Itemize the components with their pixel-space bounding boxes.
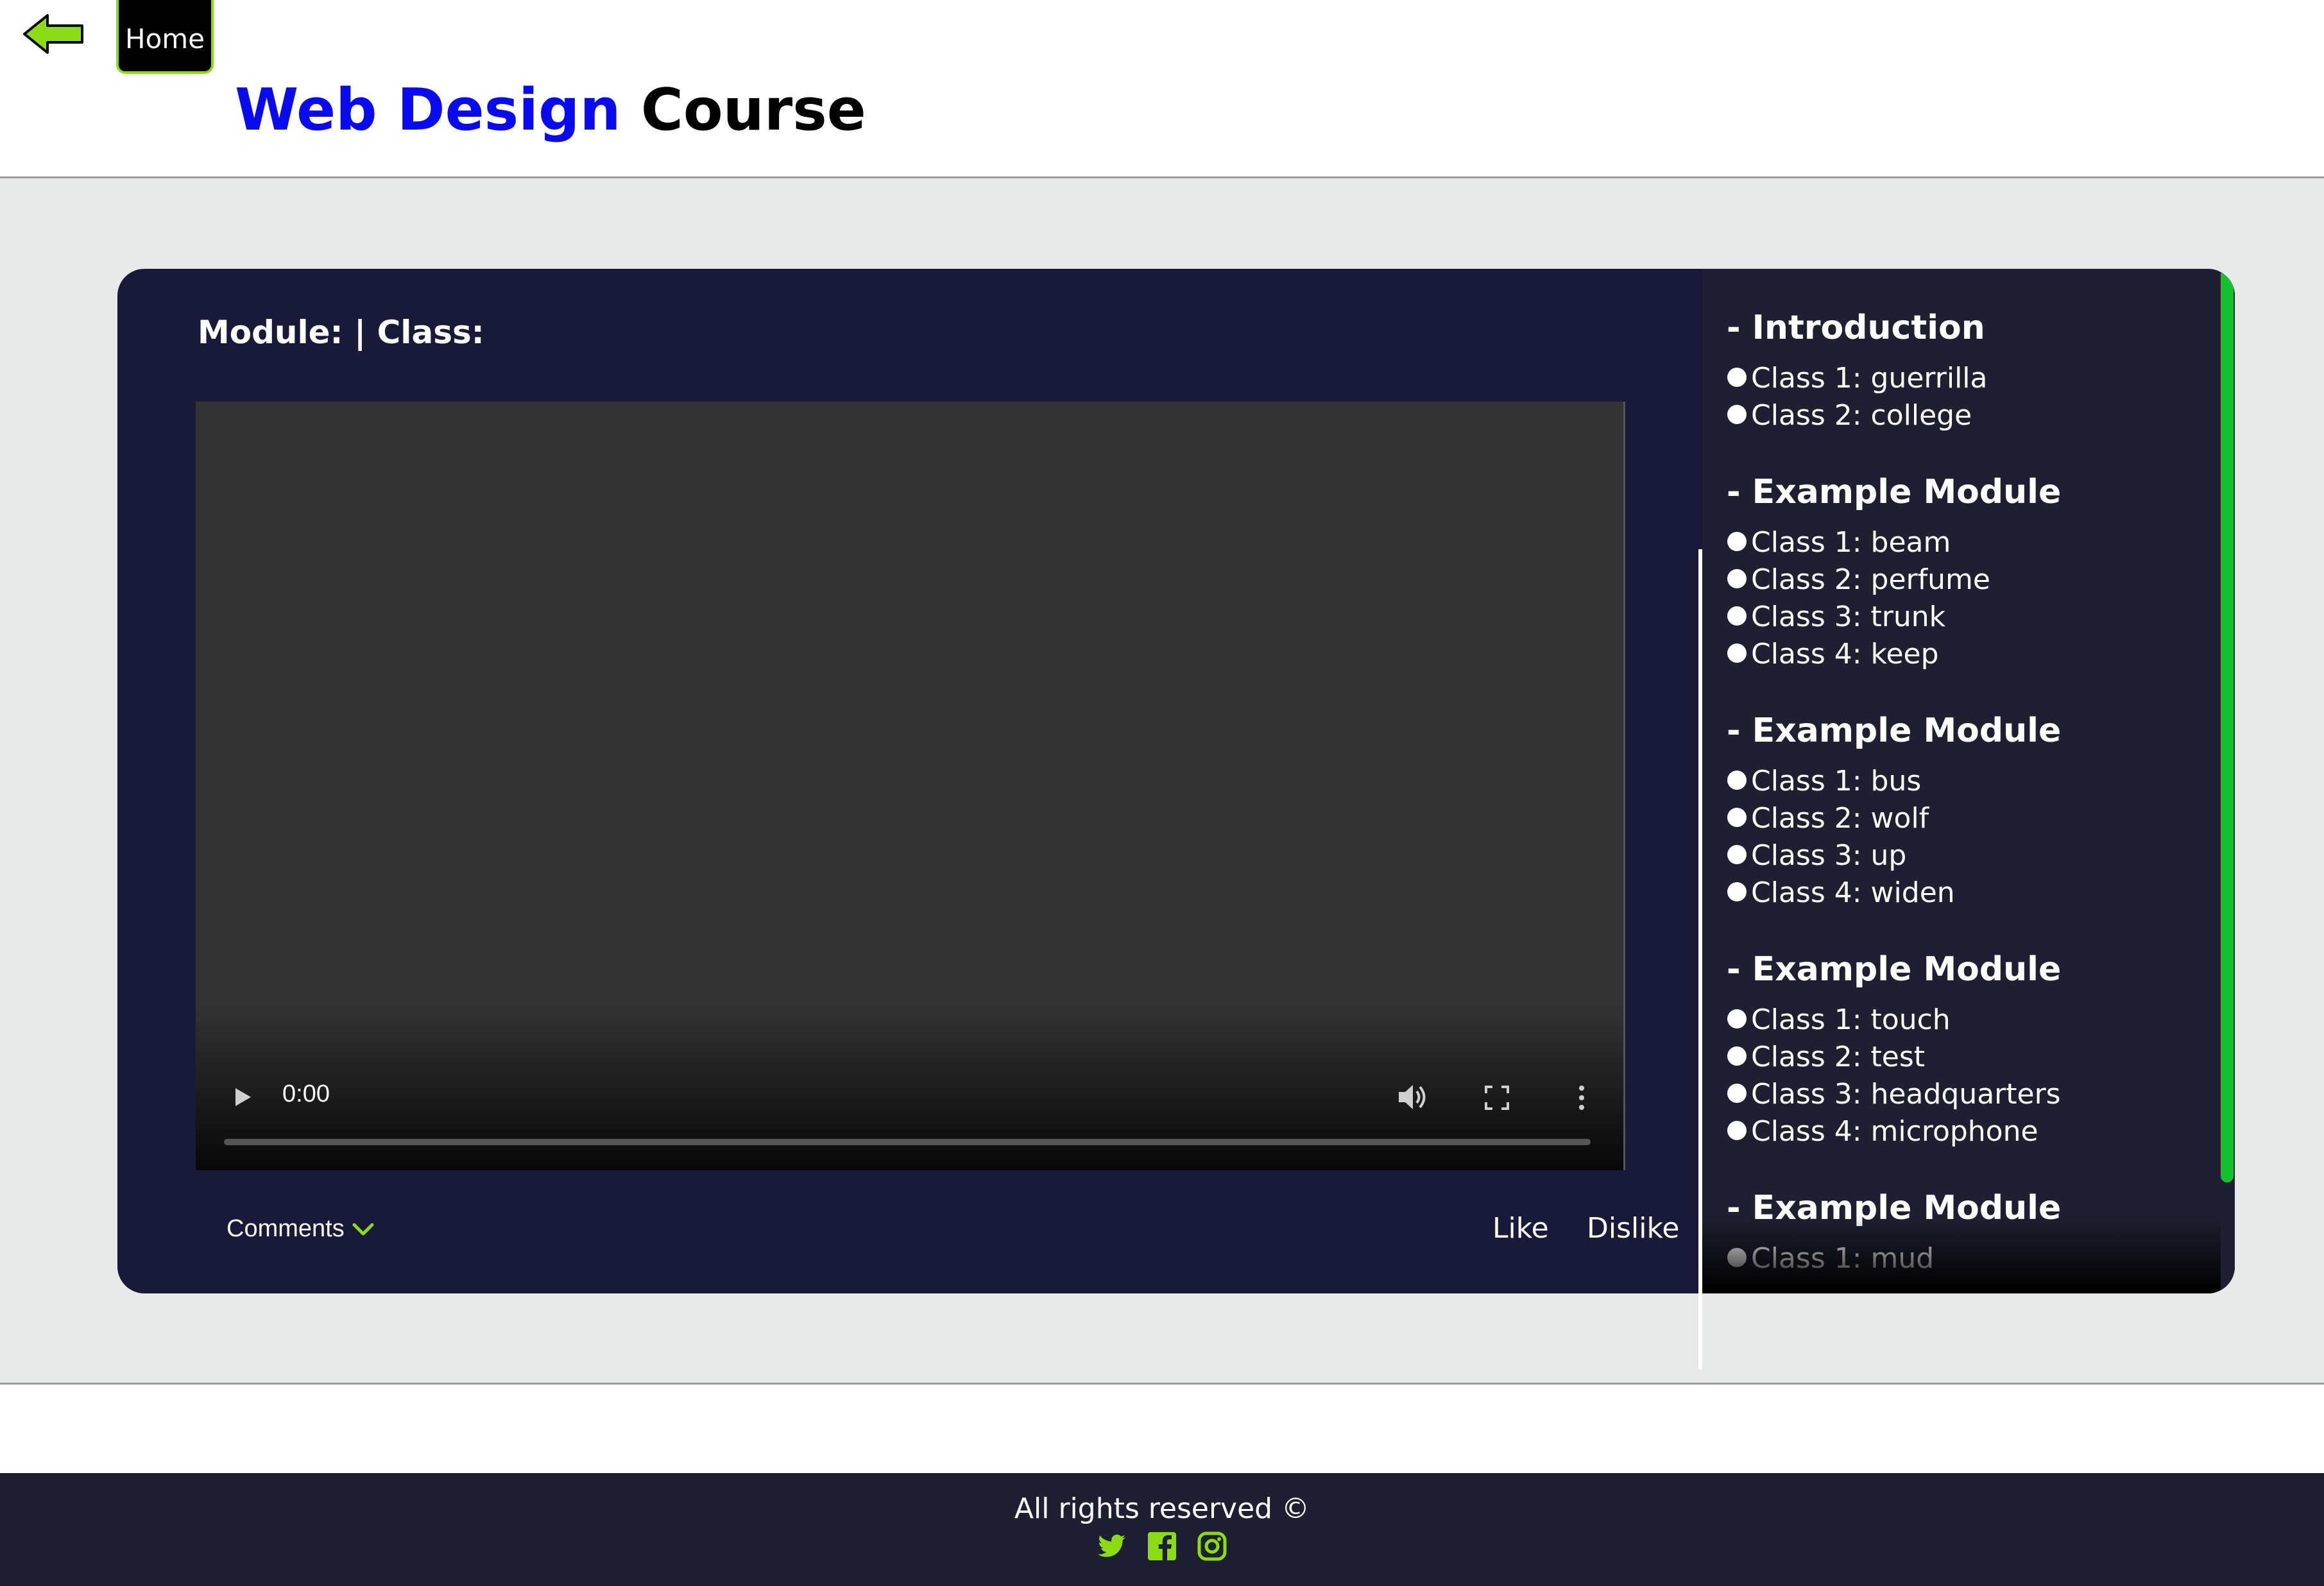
class-item[interactable]: Class 3: trunk: [1727, 599, 2061, 636]
class-item[interactable]: Class 1: bus: [1727, 763, 2061, 800]
like-button[interactable]: Like: [1492, 1212, 1549, 1245]
class-radio[interactable]: [1727, 808, 1747, 827]
module-title[interactable]: - Example Module: [1727, 950, 2061, 989]
back-arrow-icon[interactable]: [22, 12, 86, 56]
class-item[interactable]: Class 4: keep: [1727, 636, 2061, 673]
class-item[interactable]: Class 1: beam: [1727, 524, 2061, 561]
module-section: - Introduction Class 1: guerrilla Class …: [1727, 309, 1987, 434]
class-label: Class 2: wolf: [1751, 802, 1929, 835]
social-links: [0, 1530, 2324, 1562]
module-section: - Example Module Class 1: beam Class 2: …: [1727, 473, 2061, 673]
video-progress-bar[interactable]: [224, 1139, 1591, 1145]
class-radio[interactable]: [1727, 1084, 1747, 1103]
chevron-down-icon: [352, 1223, 374, 1235]
class-radio[interactable]: [1727, 532, 1747, 551]
page-title-rest: Course: [640, 76, 866, 144]
module-class-heading: Module: | Class:: [198, 314, 484, 351]
instagram-icon[interactable]: [1196, 1530, 1228, 1562]
more-options-icon[interactable]: [1572, 1082, 1591, 1114]
class-item[interactable]: Class 2: wolf: [1727, 800, 2061, 837]
class-radio[interactable]: [1727, 1009, 1747, 1028]
main-area: Module: | Class: 0:00 Comments Like Disl…: [0, 178, 2324, 1385]
class-label: Class 2: college: [1751, 399, 1972, 432]
class-item[interactable]: Class 2: test: [1727, 1039, 2061, 1076]
sidebar-left-scroll-indicator: [1698, 549, 1702, 1369]
module-section: - Example Module Class 1: mud: [1727, 1189, 2061, 1277]
class-label: Class 2: test: [1751, 1041, 1926, 1073]
module-sidebar[interactable]: - Introduction Class 1: guerrilla Class …: [1702, 269, 2235, 1293]
site-header: Home Web Design Course: [0, 0, 2324, 178]
video-controls: 0:00: [196, 1068, 1623, 1170]
class-radio[interactable]: [1727, 1121, 1747, 1140]
class-item[interactable]: Class 3: headquarters: [1727, 1076, 2061, 1113]
class-label: Class 3: trunk: [1751, 601, 1946, 633]
module-title[interactable]: - Introduction: [1727, 309, 1987, 347]
home-button[interactable]: Home: [116, 0, 214, 74]
class-radio[interactable]: [1727, 606, 1747, 626]
module-section: - Example Module Class 1: touch Class 2:…: [1727, 950, 2061, 1150]
module-title[interactable]: - Example Module: [1727, 473, 2061, 511]
site-footer: All rights reserved ©: [0, 1473, 2324, 1586]
class-label: Class 1: beam: [1751, 526, 1951, 559]
class-item[interactable]: Class 2: perfume: [1727, 561, 2061, 599]
class-label: Class 4: microphone: [1751, 1115, 2038, 1148]
sidebar-scrollbar-track[interactable]: [2221, 269, 2235, 1293]
play-icon[interactable]: [228, 1083, 256, 1111]
class-label: Class 4: keep: [1751, 638, 1939, 670]
course-player-card: Module: | Class: 0:00 Comments Like Disl…: [117, 269, 2235, 1293]
page-title-accent: Web Design: [235, 76, 621, 144]
volume-icon[interactable]: [1395, 1080, 1431, 1114]
dislike-button[interactable]: Dislike: [1587, 1212, 1679, 1245]
class-radio[interactable]: [1727, 405, 1747, 424]
class-radio[interactable]: [1727, 368, 1747, 387]
comments-toggle[interactable]: Comments: [226, 1215, 375, 1243]
class-item[interactable]: Class 2: college: [1727, 397, 1987, 434]
module-title[interactable]: - Example Module: [1727, 712, 2061, 750]
class-item[interactable]: Class 1: guerrilla: [1727, 360, 1987, 397]
class-radio[interactable]: [1727, 771, 1747, 790]
class-item[interactable]: Class 1: touch: [1727, 1002, 2061, 1039]
class-label: Class 1: bus: [1751, 765, 1922, 797]
class-label: Class 1: mud: [1751, 1242, 1935, 1275]
class-label: Class 1: guerrilla: [1751, 362, 1988, 395]
class-item[interactable]: Class 3: up: [1727, 837, 2061, 874]
class-radio[interactable]: [1727, 569, 1747, 588]
copyright-text: All rights reserved ©: [1014, 1492, 1310, 1525]
class-radio[interactable]: [1727, 882, 1747, 901]
class-item[interactable]: Class 1: mud: [1727, 1240, 2061, 1277]
class-label: Class 2: perfume: [1751, 563, 1990, 596]
class-radio[interactable]: [1727, 1248, 1747, 1267]
class-radio[interactable]: [1727, 1046, 1747, 1066]
class-label: Class 4: widen: [1751, 876, 1955, 909]
time-display: 0:00: [282, 1080, 330, 1107]
class-item[interactable]: Class 4: microphone: [1727, 1113, 2061, 1150]
video-player[interactable]: 0:00: [196, 402, 1625, 1170]
class-radio[interactable]: [1727, 845, 1747, 864]
class-label: Class 1: touch: [1751, 1003, 1951, 1036]
class-label: Class 3: up: [1751, 839, 1907, 872]
fullscreen-icon[interactable]: [1481, 1082, 1513, 1114]
class-item[interactable]: Class 4: widen: [1727, 874, 2061, 912]
page-title: Web Design Course: [235, 72, 866, 149]
class-radio[interactable]: [1727, 644, 1747, 663]
twitter-icon[interactable]: [1096, 1530, 1128, 1562]
facebook-icon[interactable]: [1146, 1530, 1178, 1562]
comments-label: Comments: [226, 1215, 345, 1242]
module-section: - Example Module Class 1: bus Class 2: w…: [1727, 712, 2061, 912]
class-label: Class 3: headquarters: [1751, 1078, 2061, 1111]
module-title[interactable]: - Example Module: [1727, 1189, 2061, 1227]
sidebar-scrollbar-thumb[interactable]: [2221, 269, 2234, 1182]
